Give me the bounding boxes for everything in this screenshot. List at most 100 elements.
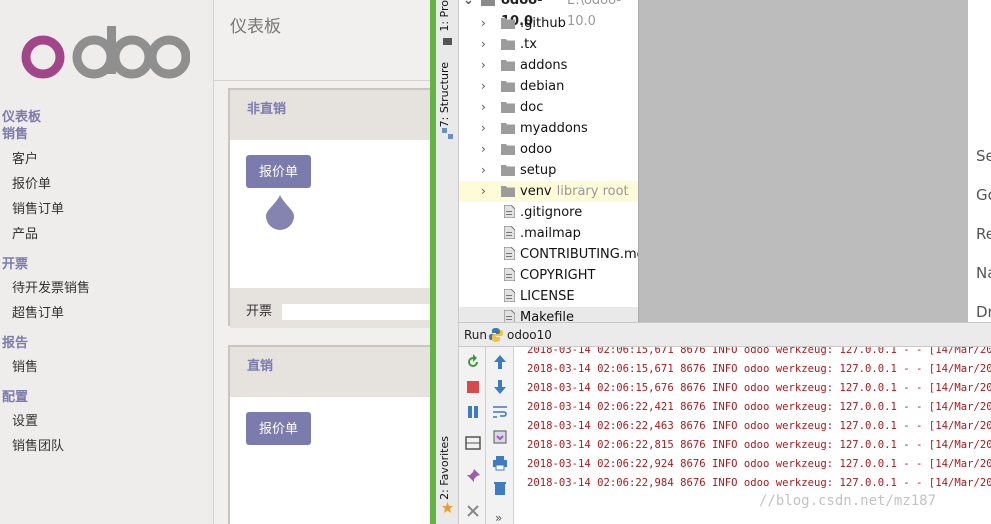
right-panel-text: Dr — [976, 303, 991, 321]
tree-item-annotation: library root — [556, 184, 629, 199]
run-tab-label: Run — [464, 328, 488, 342]
tree-folder[interactable]: › odoo — [459, 139, 638, 160]
chevron-right-icon[interactable]: › — [481, 118, 486, 139]
run-header: Run odoo10 — [459, 323, 991, 347]
log-line: 2018-03-14 02:06:22,815 8676 INFO odoo w… — [527, 439, 991, 451]
log-line: 2018-03-14 02:06:15,671 8676 INFO odoo w… — [527, 347, 991, 356]
sidebar-item-sales-teams[interactable]: 销售团队 — [12, 435, 64, 454]
arrow-up-icon[interactable] — [492, 354, 508, 370]
tree-item-label: LICENSE — [520, 289, 575, 304]
sidebar-item-products[interactable]: 产品 — [12, 223, 38, 242]
sidebar-item-quotations[interactable]: 报价单 — [12, 173, 51, 192]
right-panel-text: Re — [976, 225, 991, 243]
soft-wrap-icon[interactable] — [492, 404, 508, 420]
invoicing-progress-bar — [282, 304, 430, 320]
odoo-main: 仪表板 非直销 报价单 开票 直销 报价单 — [214, 0, 430, 524]
tree-item-label: doc — [520, 100, 544, 115]
structure-tool-tab[interactable]: 7: Structure — [438, 62, 451, 127]
tree-folder[interactable]: › doc — [459, 97, 638, 118]
chevron-right-icon[interactable]: › — [481, 181, 486, 202]
chevron-down-icon: ⌄ — [463, 0, 474, 8]
tree-folder[interactable]: › venv library root — [459, 181, 638, 202]
right-panel-text: Na — [976, 264, 991, 282]
chevron-right-icon[interactable]: › — [481, 76, 486, 97]
invoicing-label: 开票 — [246, 304, 273, 319]
sidebar-item-customers[interactable]: 客户 — [12, 148, 38, 167]
team-panel-title[interactable]: 非直销 — [230, 90, 430, 140]
run-config-name[interactable]: odoo10 — [507, 323, 552, 347]
log-line: 2018-03-14 02:06:22,984 8676 INFO odoo w… — [527, 477, 991, 489]
file-icon — [504, 205, 515, 218]
scroll-to-end-icon[interactable] — [492, 429, 508, 445]
tree-item-label: addons — [520, 58, 568, 73]
folder-icon — [501, 81, 515, 92]
file-icon — [504, 289, 515, 302]
tree-file[interactable]: CONTRIBUTING.md — [459, 244, 638, 265]
tree-item-label: .tx — [520, 37, 537, 52]
tree-file[interactable]: Makefile — [459, 307, 638, 322]
arrow-down-icon[interactable] — [492, 379, 508, 395]
log-line: 2018-03-14 02:06:15,671 8676 INFO odoo w… — [527, 363, 991, 375]
folder-icon — [501, 39, 515, 50]
quotations-button[interactable]: 报价单 — [246, 412, 312, 445]
file-icon — [504, 310, 515, 322]
chevron-right-icon[interactable]: › — [481, 34, 486, 55]
pin-icon[interactable] — [465, 468, 481, 484]
tree-item-label: debian — [520, 79, 565, 94]
tree-item-label: .mailmap — [520, 226, 581, 241]
layout-icon[interactable] — [465, 435, 481, 451]
pause-icon[interactable] — [465, 404, 481, 420]
tree-folder[interactable]: › .tx — [459, 34, 638, 55]
trash-icon[interactable] — [492, 480, 508, 496]
folder-icon — [501, 186, 515, 197]
tree-folder[interactable]: › debian — [459, 76, 638, 97]
tree-file[interactable]: .mailmap — [459, 223, 638, 244]
quotations-button[interactable]: 报价单 — [246, 155, 312, 188]
chevron-right-icon[interactable]: › — [481, 97, 486, 118]
tree-item-label: COPYRIGHT — [520, 268, 596, 283]
right-panel-text: Se — [976, 147, 991, 165]
tree-folder[interactable]: › myaddons — [459, 118, 638, 139]
page-title: 仪表板 — [230, 17, 281, 37]
chevron-right-icon[interactable]: › — [481, 139, 486, 160]
folder-icon — [481, 0, 495, 6]
folder-icon — [501, 18, 515, 29]
chevron-right-icon[interactable]: › — [481, 13, 486, 34]
tree-file[interactable]: COPYRIGHT — [459, 265, 638, 286]
title-divider — [214, 80, 430, 81]
rerun-icon[interactable] — [465, 354, 481, 370]
tree-folder[interactable]: › addons — [459, 55, 638, 76]
tree-folder[interactable]: › setup — [459, 160, 638, 181]
tree-item-label: venv library root — [520, 184, 629, 199]
chevron-right-icon[interactable]: › — [481, 55, 486, 76]
odoo-logo[interactable] — [20, 26, 190, 82]
sidebar-item-to-invoice[interactable]: 待开发票销售 — [12, 277, 90, 296]
folder-icon — [501, 144, 515, 155]
tree-file[interactable]: LICENSE — [459, 286, 638, 307]
team-panel-title[interactable]: 直销 — [230, 347, 430, 397]
watermark-text: //blog.csdn.net/mz187 — [759, 493, 937, 509]
more-tools-button[interactable]: » — [495, 511, 502, 524]
odoo-sidebar: 仪表板 销售 客户 报价单 销售订单 产品 开票 待开发票销售 超售订单 报告 … — [0, 0, 214, 524]
sidebar-item-upselling[interactable]: 超售订单 — [12, 302, 64, 321]
tree-item-label: .github — [520, 16, 566, 31]
structure-tool-icon — [442, 128, 453, 139]
right-panel: Se Go Re Na Dr — [968, 0, 991, 322]
print-icon[interactable] — [492, 455, 508, 471]
tree-file[interactable]: .gitignore — [459, 202, 638, 223]
team-panel-footer: 开票 — [230, 288, 430, 328]
favorites-tool-tab[interactable]: 2: Favorites — [438, 436, 451, 500]
sidebar-section-invoicing: 开票 — [2, 257, 29, 272]
editor-area — [638, 0, 991, 322]
project-tool-tab[interactable]: 1: Pro — [438, 0, 451, 32]
favorites-star-icon[interactable] — [442, 502, 453, 513]
log-line: 2018-03-14 02:06:15,676 8676 INFO odoo w… — [527, 382, 991, 394]
sidebar-item-sales-orders[interactable]: 销售订单 — [12, 198, 64, 217]
sidebar-item-sales-report[interactable]: 销售 — [12, 356, 38, 375]
chevron-right-icon[interactable]: › — [481, 160, 486, 181]
sidebar-item-settings[interactable]: 设置 — [12, 410, 38, 429]
team-panel-direct: 直销 报价单 — [228, 345, 430, 524]
close-icon[interactable] — [465, 503, 481, 519]
tree-folder[interactable]: › .github — [459, 13, 638, 34]
stop-icon[interactable] — [465, 379, 481, 395]
